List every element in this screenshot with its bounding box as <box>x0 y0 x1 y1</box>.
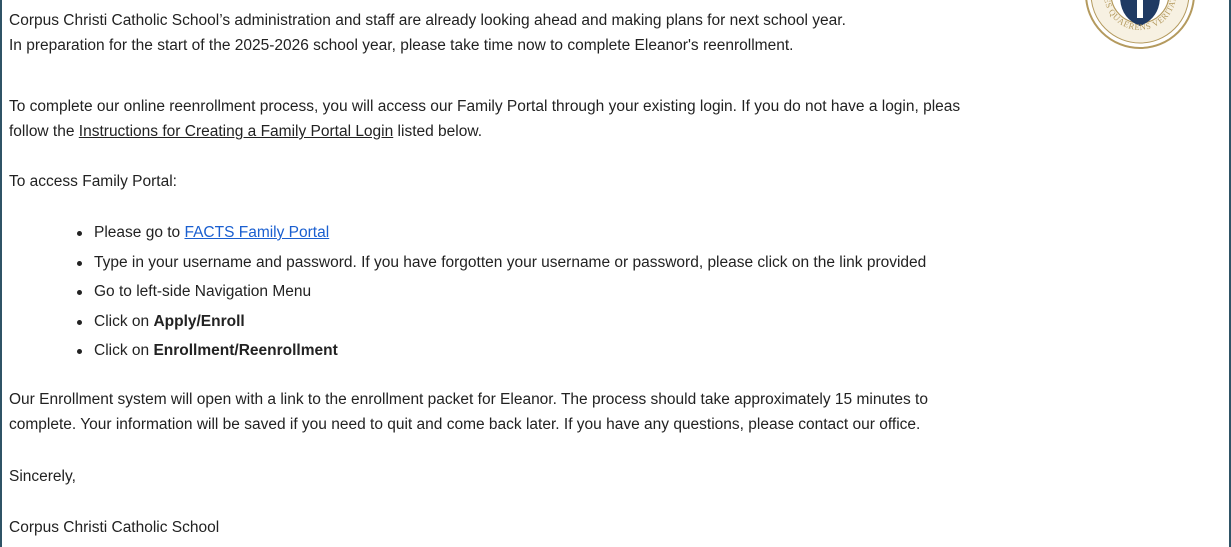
step-item: Please go to FACTS Family Portal <box>76 218 926 248</box>
process-line-1: To complete our online reenrollment proc… <box>9 98 961 115</box>
intro-paragraph: Corpus Christi Catholic School’s adminis… <box>9 8 846 58</box>
step-5-prefix: Click on <box>94 342 154 359</box>
step-3-text: Go to left-side Navigation Menu <box>94 283 312 300</box>
step-item: Type in your username and password. If y… <box>76 248 927 278</box>
apply-enroll-label: Apply/Enroll <box>153 312 245 330</box>
step-2-text: Type in your username and password. If y… <box>94 253 927 271</box>
process-paragraph: To complete our online reenrollment proc… <box>9 94 960 144</box>
school-seal-icon: FIDES QUAERENS VERITATEM <box>1084 0 1195 49</box>
step-item: Click on Apply/Enroll <box>76 307 926 337</box>
signature: Corpus Christi Catholic School <box>9 519 220 536</box>
result-paragraph: Our Enrollment system will open with a l… <box>9 387 928 437</box>
step-item: Go to left-side Navigation Menu <box>76 277 926 307</box>
enrollment-reenrollment-label: Enrollment/Reenrollment <box>153 342 338 359</box>
intro-line-2: In preparation for the start of the 2025… <box>9 37 794 54</box>
step-4-prefix: Click on <box>94 312 154 330</box>
facts-family-portal-link[interactable]: FACTS Family Portal <box>184 224 329 241</box>
email-frame: Corpus Christi Catholic School’s adminis… <box>0 0 1231 547</box>
access-heading: To access Family Portal: <box>9 173 177 190</box>
instructions-login-link[interactable]: Instructions for Creating a Family Porta… <box>79 123 393 140</box>
process-prefix: follow the <box>9 123 79 140</box>
result-line-1: Our Enrollment system will open with a l… <box>9 391 928 408</box>
process-suffix: listed below. <box>393 123 482 140</box>
step-item: Click on Enrollment/Reenrollment <box>76 336 926 366</box>
steps-list: Please go to FACTS Family Portal Type in… <box>9 218 926 366</box>
result-line-2: complete. Your information will be saved… <box>9 416 921 433</box>
closing: Sincerely, <box>9 468 76 485</box>
intro-line-1: Corpus Christi Catholic School’s adminis… <box>9 12 846 29</box>
step-1-prefix: Please go to <box>94 224 185 241</box>
